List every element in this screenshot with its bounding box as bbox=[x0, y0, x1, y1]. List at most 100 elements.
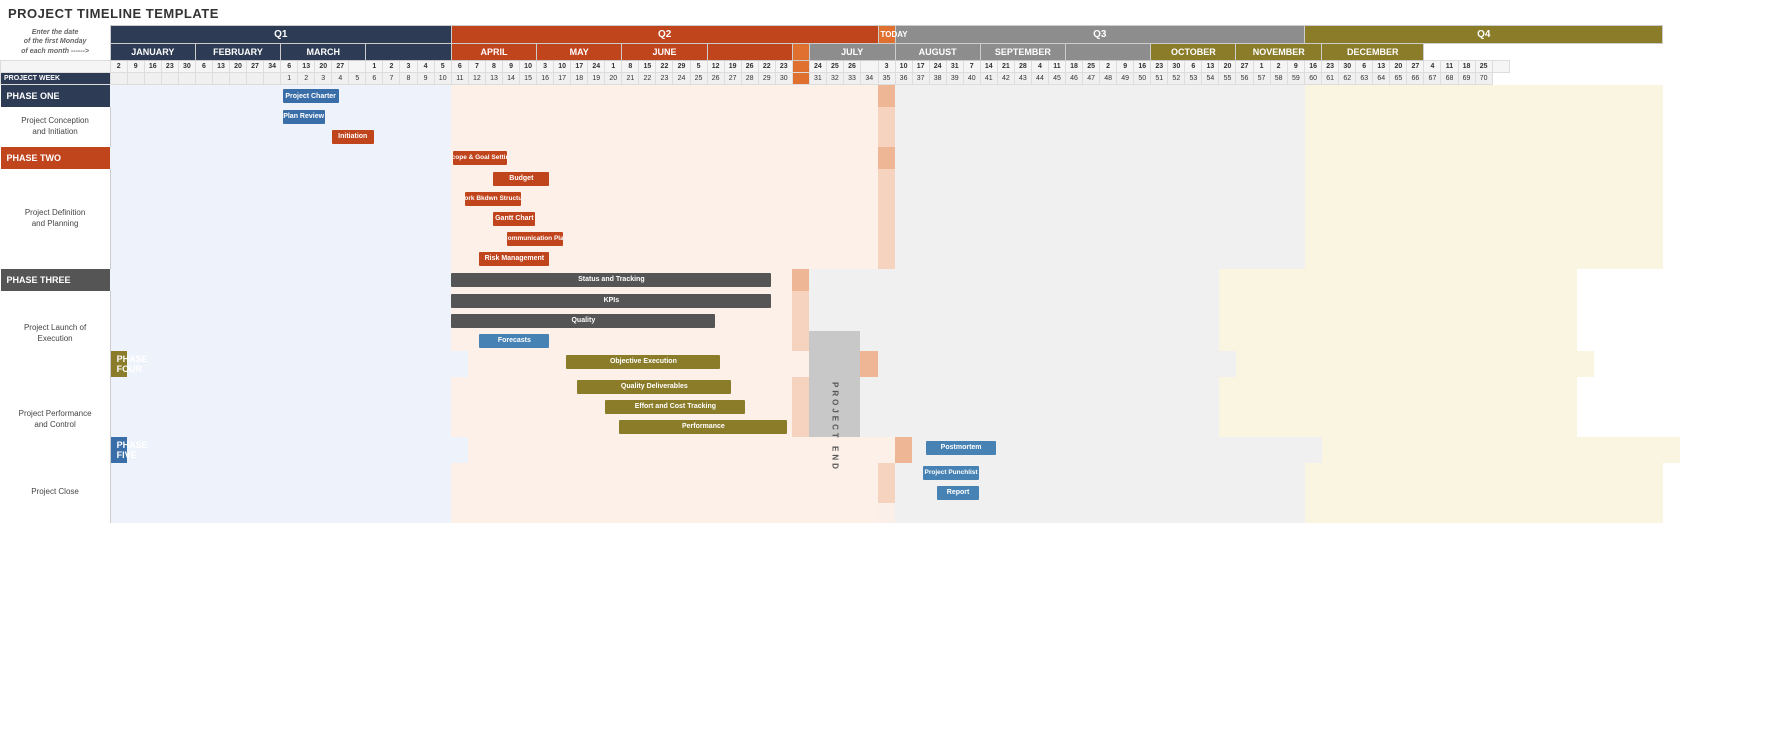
date-cell: 25 bbox=[1475, 61, 1492, 73]
date-cell: 29 bbox=[673, 61, 690, 73]
date-cell: 1 bbox=[605, 61, 622, 73]
phase-two-cell bbox=[503, 147, 879, 169]
pw-cell bbox=[247, 73, 264, 85]
today-month-header bbox=[792, 44, 809, 61]
task-cell bbox=[1305, 249, 1663, 269]
pw-cell: 64 bbox=[1373, 73, 1390, 85]
pw-cell: 16 bbox=[537, 73, 554, 85]
phase-one-section-label: Project Conceptionand Initiation bbox=[1, 107, 111, 147]
pw-cell: 11 bbox=[451, 73, 468, 85]
date-cell: 24 bbox=[588, 61, 605, 73]
date-cell: 25 bbox=[826, 61, 843, 73]
today-cell bbox=[878, 463, 895, 483]
today-cell bbox=[878, 169, 895, 189]
postmortem-bar: Postmortem bbox=[926, 441, 996, 455]
task-cell bbox=[860, 377, 1218, 397]
month-january: JANUARY bbox=[110, 44, 195, 61]
pw-cell: 14 bbox=[503, 73, 520, 85]
pw-cell: 24 bbox=[673, 73, 690, 85]
task-cell bbox=[110, 397, 451, 417]
today-cell bbox=[792, 377, 809, 397]
pw-cell: 61 bbox=[1322, 73, 1339, 85]
pw-cell: 35 bbox=[878, 73, 895, 85]
date-cell: 6 bbox=[281, 61, 298, 73]
date-cell: 17 bbox=[571, 61, 588, 73]
task-cell bbox=[895, 127, 1305, 147]
pw-cell: 23 bbox=[656, 73, 673, 85]
effort-cost-bar: Effort and Cost Tracking bbox=[605, 400, 745, 414]
month-october: OCTOBER bbox=[1151, 44, 1236, 61]
date-cell: 6 bbox=[1356, 61, 1373, 73]
phase-four-cell bbox=[878, 351, 1236, 377]
date-cell: 5 bbox=[434, 61, 451, 73]
date-cell: 30 bbox=[1168, 61, 1185, 73]
forecasts-bar: Forecasts bbox=[479, 334, 549, 348]
task-cell bbox=[451, 127, 878, 147]
phase-five-row: PHASE FIVE Postmortem bbox=[1, 437, 1767, 463]
date-cell: 4 bbox=[1424, 61, 1441, 73]
pw-cell: 15 bbox=[520, 73, 537, 85]
task-cell bbox=[895, 189, 1305, 209]
pw-cell: 45 bbox=[1048, 73, 1065, 85]
today-cell bbox=[792, 331, 809, 351]
task-cell bbox=[860, 417, 1218, 437]
date-cell: 20 bbox=[1390, 61, 1407, 73]
pw-cell: 31 bbox=[809, 73, 826, 85]
month-q1-extra bbox=[366, 44, 452, 61]
task-cell: Quality bbox=[451, 311, 587, 331]
month-november: NOVEMBER bbox=[1236, 44, 1322, 61]
pw-cell bbox=[229, 73, 246, 85]
today-cell bbox=[792, 269, 809, 291]
report-row: Report bbox=[1, 483, 1767, 503]
task-cell bbox=[195, 127, 280, 147]
task-cell bbox=[110, 331, 451, 351]
today-cell bbox=[878, 503, 895, 523]
pw-cell: 47 bbox=[1083, 73, 1100, 85]
date-cell: 9 bbox=[1117, 61, 1134, 73]
pw-cell: 63 bbox=[1356, 73, 1373, 85]
date-cell bbox=[860, 61, 878, 73]
task-cell bbox=[895, 229, 1305, 249]
date-cell bbox=[349, 61, 366, 73]
phase-three-cell bbox=[809, 269, 878, 291]
today-cell bbox=[878, 229, 895, 249]
pw-cell: 62 bbox=[1339, 73, 1356, 85]
task-cell bbox=[1305, 189, 1663, 209]
task-cell bbox=[758, 397, 792, 417]
risk-mgmt-row: Risk Management bbox=[1, 249, 1767, 269]
date-cell: 20 bbox=[229, 61, 246, 73]
project-charter-bar: Project Charter bbox=[283, 89, 339, 103]
month-q2-extra bbox=[707, 44, 792, 61]
gantt-chart-row: Gantt Chart bbox=[1, 209, 1767, 229]
task-cell bbox=[110, 291, 451, 311]
task-cell bbox=[895, 107, 1305, 127]
pw-cell bbox=[264, 73, 281, 85]
budget-bar: Budget bbox=[493, 172, 549, 186]
task-cell bbox=[895, 249, 1305, 269]
enter-date-cell: Enter the dateof the first Mondayof each… bbox=[1, 26, 111, 61]
task-cell bbox=[485, 189, 878, 209]
task-cell bbox=[110, 169, 451, 189]
task-cell bbox=[895, 209, 1305, 229]
task-cell: Project Punchlist bbox=[895, 463, 980, 483]
pw-cell: 41 bbox=[980, 73, 997, 85]
pw-cell: 10 bbox=[434, 73, 451, 85]
task-cell bbox=[1305, 209, 1663, 229]
today-date-cell bbox=[792, 61, 809, 73]
pw-cell: 30 bbox=[775, 73, 792, 85]
task-cell bbox=[503, 249, 879, 269]
date-cell: 9 bbox=[127, 61, 144, 73]
risk-mgmt-bar: Risk Management bbox=[479, 252, 549, 266]
date-cell: 21 bbox=[997, 61, 1014, 73]
pw-cell: 2 bbox=[298, 73, 315, 85]
today-cell bbox=[878, 209, 895, 229]
date-cell: 34 bbox=[264, 61, 281, 73]
today-cell bbox=[860, 351, 878, 377]
task-cell: Report bbox=[895, 483, 997, 503]
month-april: APRIL bbox=[451, 44, 536, 61]
phase-one-cell bbox=[366, 85, 452, 107]
phase-two-label: PHASE TWO bbox=[1, 147, 111, 169]
scope-goal-bar: Scope & Goal Setting bbox=[453, 151, 507, 165]
date-cell: 23 bbox=[161, 61, 178, 73]
task-cell bbox=[1305, 463, 1663, 483]
